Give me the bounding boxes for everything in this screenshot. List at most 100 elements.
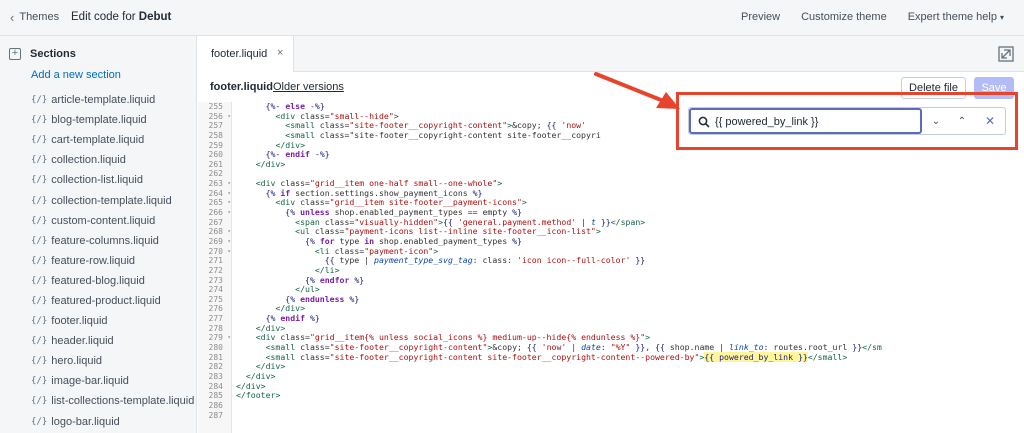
code-editor[interactable]: 255 256 ▾ 257 258 259 260 261 262 263 ▾ 264 ▾ 265 ▾ 266… [198,102,1024,433]
line-number: 275 [208,294,223,304]
close-search-icon[interactable]: ✕ [979,111,1001,131]
code-line: <small class="site-footer__copyright-con… [265,351,848,362]
sidebar-file-item[interactable]: {/} blog-template.liquid [31,110,194,130]
liquid-file-icon: {/} [31,396,48,407]
file-list: {/} article-template.liquid {/} blog-templa… [31,90,194,433]
search-field [689,108,922,134]
line-number: 264 ▾ [208,188,231,199]
code-line: {% endfor %} [305,274,365,285]
sidebar-file-item[interactable]: {/} footer.liquid [31,311,194,331]
sidebar-file-label: image-bar.liquid [51,375,129,388]
fold-arrow-icon[interactable]: ▾ [227,237,231,247]
code-line: </div> [255,361,286,372]
annotation-arrow-icon [594,72,680,109]
code-line: {%- endif -%} [265,149,330,160]
sidebar-file-label: header.liquid [51,335,114,348]
fold-arrow-icon[interactable]: ▾ [227,189,231,199]
sidebar-file-label: featured-product.liquid [51,294,161,307]
sidebar-file-item[interactable]: {/} article-template.liquid [31,90,194,110]
sidebar-file-label: collection-template.liquid [51,194,172,207]
sidebar-file-label: hero.liquid [51,355,103,368]
line-number: 282 [208,362,223,372]
page-title: Edit code for Debut [71,11,171,23]
sidebar-file-item[interactable]: {/} cart-template.liquid [31,130,194,150]
liquid-file-icon: {/} [31,215,48,226]
line-number: 276 [208,304,223,314]
chevron-down-icon[interactable]: ⌄ [925,111,947,131]
sidebar-file-item[interactable]: {/} image-bar.liquid [31,371,194,391]
expert-help-label: Expert theme help [907,11,997,23]
sidebar-file-item[interactable]: {/} hero.liquid [31,351,194,371]
sidebar-file-label: custom-content.liquid [51,214,156,227]
liquid-file-icon: {/} [31,316,48,327]
tab-label: footer.liquid [211,48,268,60]
code-line: </footer> [236,390,281,401]
find-widget: ⌄ ⌃ ✕ [688,107,1006,135]
sidebar-file-item[interactable]: {/} feature-columns.liquid [31,231,194,251]
line-number: 278 [208,323,223,333]
liquid-file-icon: {/} [31,135,48,146]
customize-theme-link[interactable]: Customize theme [801,11,887,23]
liquid-file-icon: {/} [31,255,48,266]
line-number: 285 [208,391,223,401]
expert-theme-help-menu[interactable]: Expert theme help ▾ [908,11,1004,23]
sidebar-file-label: feature-row.liquid [51,254,136,267]
back-to-themes-link[interactable]: ‹ Themes [10,11,59,24]
code-line: {% endif %} [265,313,320,324]
sidebar-file-label: logo-bar.liquid [51,415,120,428]
line-number: 262 [208,169,223,179]
expand-editor-icon[interactable] [998,46,1014,62]
sidebar-file-label: feature-columns.liquid [51,234,159,247]
fold-arrow-icon[interactable]: ▾ [227,227,231,237]
sidebar-file-item[interactable]: {/} collection-list.liquid [31,170,194,190]
line-number: 270 ▾ [208,246,231,257]
line-number: 274 [208,285,223,295]
line-number: 286 [208,400,223,410]
fold-arrow-icon[interactable]: ▾ [227,112,231,122]
chevron-up-icon[interactable]: ⌃ [951,111,973,131]
sidebar-file-item[interactable]: {/} logo-bar.liquid [31,412,194,432]
liquid-file-icon: {/} [31,115,48,126]
code-line: </div> [245,370,276,381]
search-input[interactable] [715,113,915,131]
line-number: 279 ▾ [208,333,231,343]
fold-arrow-icon[interactable]: ▾ [227,333,231,343]
line-number: 260 [208,150,223,160]
line-number: 273 [208,275,223,285]
fold-arrow-icon[interactable]: ▾ [227,247,231,257]
line-number: 268 ▾ [208,227,231,237]
sidebar-file-item[interactable]: {/} header.liquid [31,331,194,351]
line-number: 271 [208,256,223,266]
sidebar-file-item[interactable]: {/} custom-content.liquid [31,211,194,231]
sidebar-file-item[interactable]: {/} list-collections-template.liquid [31,391,194,411]
sidebar-file-label: featured-blog.liquid [51,274,145,287]
sections-folder[interactable]: + Sections [9,48,76,60]
search-icon [698,116,710,128]
sidebar-file-label: blog-template.liquid [51,114,147,127]
sidebar-file-item[interactable]: {/} featured-product.liquid [31,291,194,311]
sidebar-file-item[interactable]: {/} collection.liquid [31,150,194,170]
tab-footer-liquid[interactable]: footer.liquid × [198,36,294,72]
line-number: 269 ▾ [208,236,231,247]
line-number: 283 [208,371,223,381]
liquid-file-icon: {/} [31,175,48,186]
preview-link[interactable]: Preview [741,11,780,23]
line-number: 284 [208,381,223,391]
fold-arrow-icon[interactable]: ▾ [227,198,231,208]
liquid-file-icon: {/} [31,195,48,206]
liquid-file-icon: {/} [31,275,48,286]
sidebar-file-item[interactable]: {/} collection-template.liquid [31,190,194,210]
sidebar-file-item[interactable]: {/} feature-row.liquid [31,251,194,271]
sidebar-file-label: collection-list.liquid [51,174,143,187]
editor-tab-strip: footer.liquid × [198,36,1024,72]
line-number: 257 [208,121,223,131]
add-new-section-link[interactable]: Add a new section [31,69,121,81]
sidebar-file-item[interactable]: {/} featured-blog.liquid [31,271,194,291]
sidebar-file-label: footer.liquid [51,315,108,328]
fold-arrow-icon[interactable]: ▾ [227,208,231,218]
line-number: 259 [208,140,223,150]
fold-arrow-icon[interactable]: ▾ [227,179,231,189]
older-versions-link[interactable]: Older versions [273,81,344,93]
close-icon[interactable]: × [277,47,283,59]
